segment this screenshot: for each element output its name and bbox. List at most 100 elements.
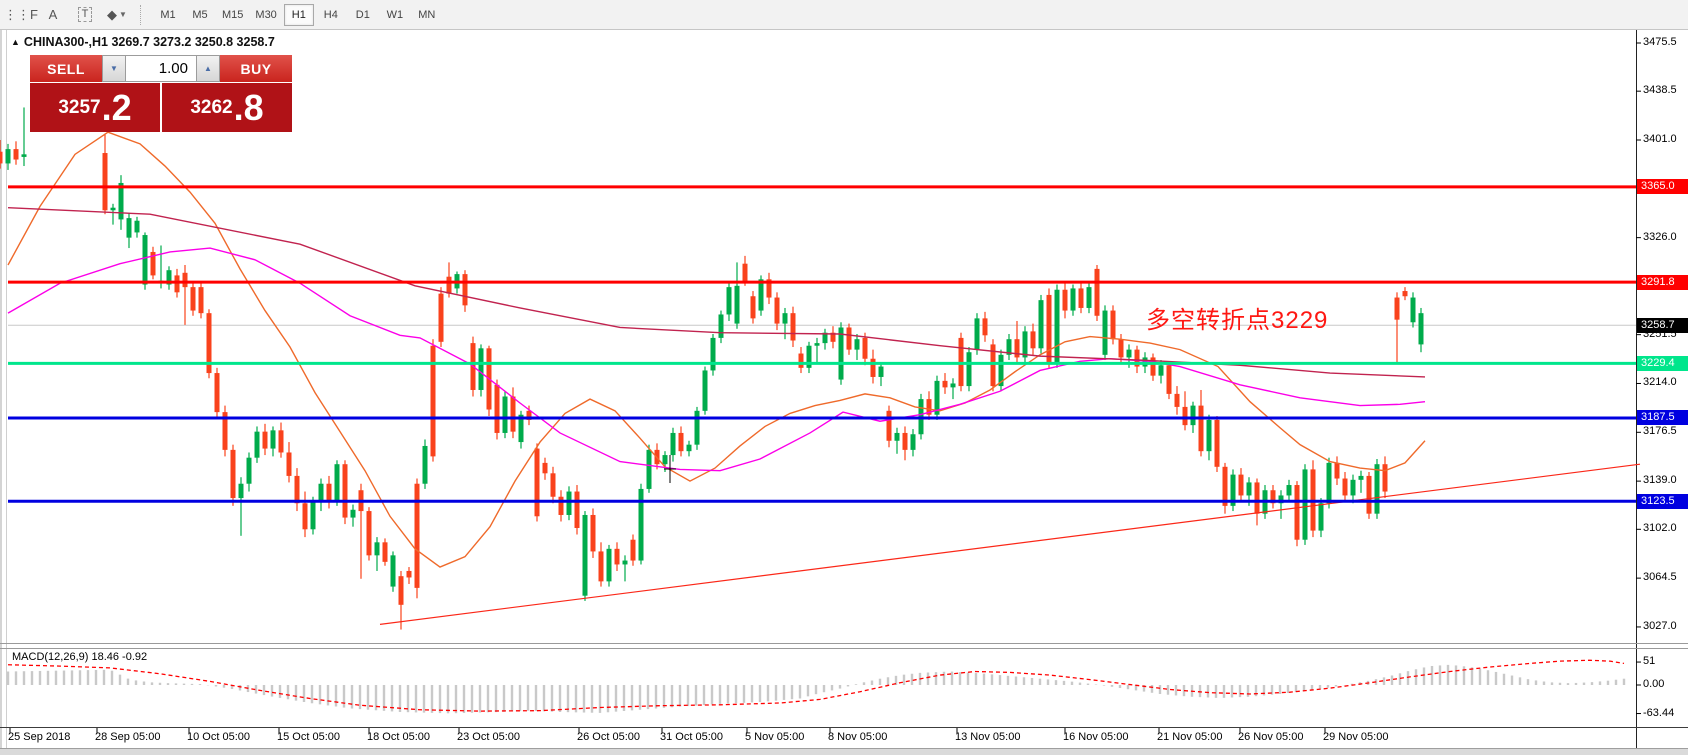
- quantity-decrease-button[interactable]: ▼: [102, 55, 126, 82]
- buy-button[interactable]: BUY: [220, 55, 292, 82]
- candle-body: [911, 434, 916, 450]
- candle-body: [1207, 420, 1212, 451]
- candle-body: [815, 343, 820, 346]
- candle-body: [14, 149, 19, 159]
- timeframe-button-m30[interactable]: M30: [250, 4, 281, 26]
- timeframe-button-m15[interactable]: M15: [217, 4, 248, 26]
- candle-body: [1295, 485, 1300, 540]
- candle-body: [1039, 300, 1044, 348]
- candle-body: [335, 464, 340, 502]
- candle-body: [687, 445, 692, 452]
- candle-body: [743, 264, 748, 282]
- ask-price-fraction: .8: [234, 90, 264, 126]
- candle-body: [1111, 311, 1116, 340]
- timeframe-button-m5[interactable]: M5: [185, 4, 215, 26]
- candle-body: [887, 411, 892, 441]
- bid-price-fraction: .2: [102, 90, 132, 126]
- candle-body: [1167, 365, 1172, 394]
- candle-body: [1383, 464, 1388, 491]
- sell-button[interactable]: SELL: [30, 55, 102, 82]
- candle-body: [463, 274, 468, 305]
- candle-body: [1375, 464, 1380, 513]
- candle-body: [1419, 313, 1424, 344]
- candle-body: [143, 235, 148, 284]
- candle-body: [1287, 485, 1292, 495]
- candle-body: [1351, 480, 1356, 496]
- quantity-input[interactable]: [126, 55, 196, 82]
- candle-body: [327, 484, 332, 502]
- candle-body: [879, 367, 884, 377]
- candle-body: [735, 286, 740, 324]
- quantity-increase-button[interactable]: ▲: [196, 55, 220, 82]
- candle-body: [591, 515, 596, 551]
- candle-body: [343, 464, 348, 517]
- candle-body: [391, 555, 396, 586]
- candle-body: [495, 385, 500, 433]
- candle-body: [1367, 476, 1372, 514]
- candle-body: [271, 430, 276, 448]
- candle-body: [695, 411, 700, 445]
- candle-body: [551, 473, 556, 496]
- candle-body: [1159, 365, 1164, 375]
- timeframe-button-d1[interactable]: D1: [348, 4, 378, 26]
- candle-body: [1087, 287, 1092, 308]
- candle-body: [903, 433, 908, 450]
- text-box-icon[interactable]: T: [70, 2, 100, 28]
- candle-body: [503, 396, 508, 432]
- toolbar: ⋮⋮FAT◆▼ M1M5M15M30H1H4D1W1MN: [0, 0, 1688, 30]
- candle-body: [6, 149, 11, 163]
- candle-body: [839, 327, 844, 379]
- candle-body: [319, 484, 324, 501]
- candle-body: [383, 542, 388, 562]
- candle-body: [367, 511, 372, 555]
- cursor-crosshair-icon[interactable]: ⋮⋮F: [6, 2, 36, 28]
- candle-body: [791, 313, 796, 340]
- timeframe-button-h1[interactable]: H1: [284, 4, 314, 26]
- bid-price-main: 3257: [58, 97, 100, 119]
- candle-body: [1319, 503, 1324, 530]
- ask-price-panel[interactable]: 3262 .8: [162, 83, 292, 132]
- text-label-icon[interactable]: A: [38, 2, 68, 28]
- toolbar-separator: [140, 5, 142, 25]
- candle-body: [1103, 311, 1108, 355]
- candle-body: [1255, 482, 1260, 513]
- timeframe-group: M1M5M15M30H1H4D1W1MN: [152, 4, 443, 26]
- candle-body: [1403, 291, 1408, 296]
- candle-body: [1127, 350, 1132, 358]
- candle-body: [567, 492, 572, 515]
- timeframe-button-h4[interactable]: H4: [316, 4, 346, 26]
- candle-body: [863, 338, 868, 359]
- candle-body: [967, 352, 972, 386]
- candle-body: [1095, 269, 1100, 316]
- candle-body: [775, 298, 780, 324]
- drawing-tools-group: ⋮⋮FAT◆▼: [6, 2, 134, 28]
- timeframe-button-m1[interactable]: M1: [153, 4, 183, 26]
- candle-body: [1023, 331, 1028, 357]
- timeframe-button-mn[interactable]: MN: [412, 4, 442, 26]
- timeframe-button-w1[interactable]: W1: [380, 4, 410, 26]
- candle-body: [671, 433, 676, 455]
- candle-body: [127, 218, 132, 238]
- candle-body: [535, 449, 540, 517]
- candle-body: [623, 561, 628, 565]
- candle-body: [663, 455, 668, 464]
- candle-body: [215, 373, 220, 412]
- candle-body: [199, 287, 204, 313]
- candle-body: [631, 540, 636, 561]
- candle-body: [783, 313, 788, 323]
- candle-body: [303, 503, 308, 529]
- candle-body: [103, 153, 108, 210]
- candle-body: [111, 208, 116, 211]
- bid-price-panel[interactable]: 3257 .2: [30, 83, 160, 132]
- candle-body: [0, 152, 3, 164]
- candle-body: [679, 433, 684, 451]
- candle-body: [727, 287, 732, 314]
- arrow-shapes-icon[interactable]: ◆▼: [102, 2, 132, 28]
- candle-body: [1047, 295, 1052, 363]
- candle-body: [1199, 406, 1204, 452]
- candle-body: [1015, 339, 1020, 357]
- candle-body: [287, 452, 292, 475]
- candle-body: [1335, 463, 1340, 479]
- candle-body: [975, 318, 980, 349]
- candle-body: [703, 370, 708, 410]
